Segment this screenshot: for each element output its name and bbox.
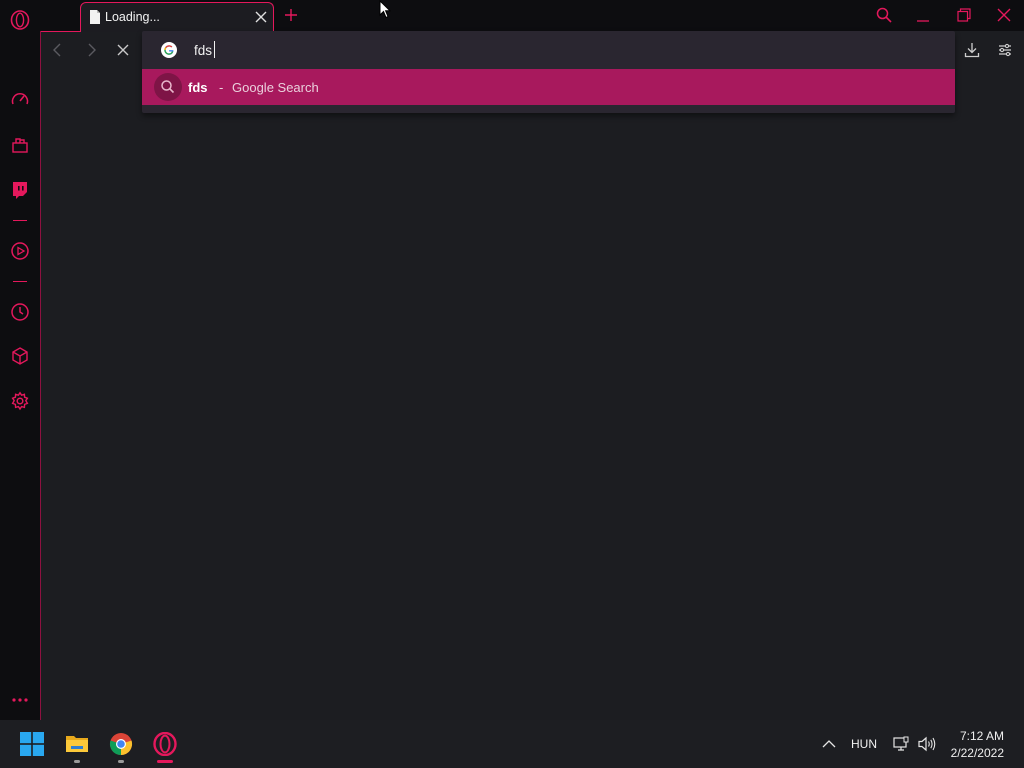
sidebar-divider: [13, 281, 27, 282]
suggestion-separator: -: [219, 80, 224, 95]
volume-icon[interactable]: [918, 736, 936, 752]
google-icon: [161, 42, 177, 58]
clock-time[interactable]: 7:12 AM: [948, 729, 1004, 743]
forward-arrow-icon[interactable]: [84, 43, 98, 57]
restore-icon[interactable]: [957, 8, 971, 22]
active-indicator: [157, 760, 173, 763]
suggestion-query: fds: [188, 80, 208, 95]
frame-border: [40, 31, 80, 32]
network-icon[interactable]: [893, 736, 909, 752]
plus-icon[interactable]: [284, 8, 298, 22]
close-icon[interactable]: [255, 11, 267, 23]
cube-icon[interactable]: [10, 346, 30, 366]
clock-date[interactable]: 2/22/2022: [944, 746, 1004, 760]
running-indicator: [74, 760, 80, 763]
tab-active[interactable]: Loading...: [80, 2, 274, 32]
back-arrow-icon[interactable]: [51, 43, 65, 57]
twitch-icon[interactable]: [10, 180, 30, 200]
search-icon: [154, 73, 182, 101]
easy-setup-icon[interactable]: [997, 42, 1013, 58]
chrome-icon[interactable]: [109, 732, 133, 756]
mouse-cursor: [379, 0, 391, 19]
extensions-icon[interactable]: [10, 135, 30, 155]
stop-loading-icon[interactable]: [116, 43, 130, 57]
more-icon[interactable]: [10, 690, 30, 710]
minimize-icon[interactable]: [916, 9, 930, 23]
language-indicator[interactable]: HUN: [851, 737, 877, 751]
page-content-area: [40, 31, 1024, 720]
document-icon: [89, 10, 101, 24]
taskbar: HUN 7:12 AM 2/22/2022: [0, 720, 1024, 768]
suggestion-description: Google Search: [232, 80, 319, 95]
windows-start-icon[interactable]: [20, 732, 44, 756]
sidebar-divider: [13, 220, 27, 221]
tab-title: Loading...: [105, 10, 160, 24]
download-icon[interactable]: [964, 42, 980, 58]
file-explorer-icon[interactable]: [65, 732, 89, 756]
address-bar[interactable]: [142, 31, 955, 69]
frame-border: [40, 31, 41, 720]
running-indicator: [118, 760, 124, 763]
opera-gx-icon[interactable]: [153, 732, 177, 756]
close-icon[interactable]: [997, 8, 1011, 22]
chevron-up-icon[interactable]: [822, 737, 836, 751]
address-input[interactable]: [194, 41, 794, 59]
opera-logo-icon[interactable]: [10, 10, 30, 30]
settings-icon[interactable]: [10, 391, 30, 411]
text-caret: [214, 41, 215, 58]
player-icon[interactable]: [10, 241, 30, 261]
history-icon[interactable]: [10, 302, 30, 322]
suggestion-row[interactable]: fds - Google Search: [142, 69, 955, 105]
speed-dial-icon[interactable]: [10, 90, 30, 110]
sidebar: [0, 0, 40, 720]
search-icon[interactable]: [876, 7, 892, 23]
